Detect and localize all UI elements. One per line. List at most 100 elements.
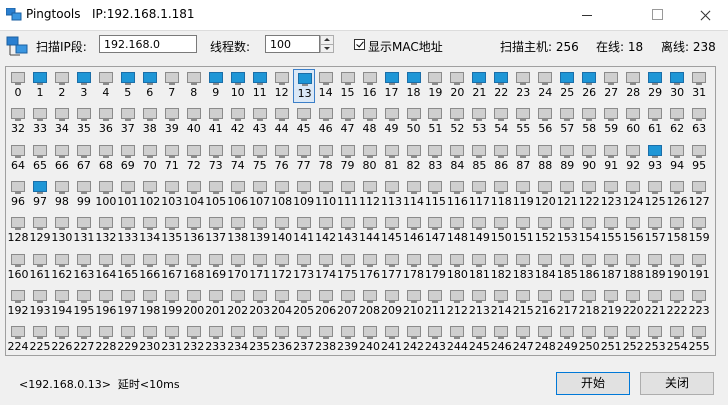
monitor-offline-icon xyxy=(560,108,575,120)
host-63[interactable]: 63 xyxy=(688,105,710,139)
monitor-offline-icon xyxy=(98,72,113,83)
monitor-stand xyxy=(256,155,263,158)
host-191[interactable]: 191 xyxy=(688,251,710,285)
monitor-stand xyxy=(630,264,637,267)
monitor-offline-icon xyxy=(604,289,619,301)
monitor-stand xyxy=(37,119,43,122)
host-223[interactable]: 223 xyxy=(688,287,710,321)
monitor-offline-icon xyxy=(11,289,25,301)
monitor-offline-icon xyxy=(582,253,597,265)
monitor-stand xyxy=(146,119,153,122)
monitor-offline-icon xyxy=(33,144,47,156)
host-95[interactable]: 95 xyxy=(688,142,710,176)
monitor-offline-icon xyxy=(340,180,355,192)
monitor-offline-icon xyxy=(692,72,707,83)
monitor-offline-icon xyxy=(626,326,641,338)
monitor-stand xyxy=(212,191,219,194)
monitor-stand xyxy=(80,119,87,122)
monitor-stand xyxy=(278,264,285,267)
monitor-offline-icon xyxy=(98,108,113,120)
monitor-stand xyxy=(476,83,483,85)
monitor-stand xyxy=(652,119,659,122)
monitor-stand xyxy=(542,228,549,231)
monitor-offline-icon xyxy=(230,289,245,301)
monitor-stand xyxy=(256,191,263,194)
monitor-offline-icon xyxy=(296,326,311,338)
threads-spinner[interactable] xyxy=(320,35,334,53)
monitor-offline-icon xyxy=(604,72,619,83)
monitor-offline-icon xyxy=(428,326,443,338)
monitor-stand xyxy=(696,191,703,194)
monitor-offline-icon xyxy=(274,144,289,156)
monitor-stand xyxy=(37,228,43,231)
spinner-down-icon[interactable] xyxy=(321,44,333,52)
monitor-offline-icon xyxy=(76,326,91,338)
scan-range-label: 扫描IP段: xyxy=(36,40,87,54)
monitor-offline-icon xyxy=(472,217,487,229)
monitor-offline-icon xyxy=(252,289,267,301)
monitor-offline-icon xyxy=(494,180,509,192)
host-31[interactable]: 31 xyxy=(688,69,710,103)
show-mac-label[interactable]: 显示MAC地址 xyxy=(368,38,443,55)
monitor-stand xyxy=(564,264,571,267)
monitor-offline-icon xyxy=(362,217,377,229)
monitor-stand xyxy=(102,155,109,158)
monitor-offline-icon xyxy=(230,180,245,192)
monitor-offline-icon xyxy=(428,144,443,156)
close-window-button[interactable] xyxy=(682,0,728,30)
monitor-offline-icon xyxy=(208,326,223,338)
host-159[interactable]: 159 xyxy=(688,214,710,248)
monitor-stand xyxy=(278,155,285,158)
start-button[interactable]: 开始 xyxy=(556,372,630,395)
close-button[interactable]: 关闭 xyxy=(640,372,714,395)
minimize-button[interactable] xyxy=(564,0,610,30)
monitor-stand xyxy=(234,83,241,85)
threads-input[interactable] xyxy=(265,35,320,53)
monitor-stand xyxy=(124,300,131,303)
monitor-stand xyxy=(234,155,241,158)
monitor-offline-icon xyxy=(208,289,223,301)
monitor-stand xyxy=(80,228,87,231)
monitor-stand xyxy=(652,83,659,85)
monitor-offline-icon xyxy=(648,326,663,338)
show-mac-checkbox[interactable] xyxy=(354,39,365,50)
monitor-stand xyxy=(366,155,373,158)
host-127[interactable]: 127 xyxy=(688,178,710,212)
monitor-stand xyxy=(37,300,43,303)
monitor-offline-icon xyxy=(164,253,179,265)
monitor-offline-icon xyxy=(604,326,619,338)
monitor-offline-icon xyxy=(318,72,333,83)
monitor-offline-icon xyxy=(33,108,47,120)
monitor-stand xyxy=(124,191,131,194)
monitor-offline-icon xyxy=(252,253,267,265)
monitor-stand xyxy=(608,191,615,194)
monitor-stand xyxy=(212,228,219,231)
monitor-stand xyxy=(388,155,395,158)
monitor-stand xyxy=(630,119,637,122)
monitor-offline-icon xyxy=(296,108,311,120)
monitor-offline-icon xyxy=(340,326,355,338)
network-app-icon xyxy=(6,8,22,21)
monitor-stand xyxy=(37,155,43,158)
monitor-stand xyxy=(388,300,395,303)
monitor-offline-icon xyxy=(208,253,223,265)
maximize-button[interactable] xyxy=(634,0,680,30)
monitor-stand xyxy=(498,228,505,231)
monitor-offline-icon xyxy=(362,326,377,338)
monitor-offline-icon xyxy=(186,289,201,301)
monitor-offline-icon xyxy=(604,180,619,192)
monitor-stand xyxy=(102,337,109,340)
monitor-offline-icon xyxy=(516,144,531,156)
scan-range-input[interactable] xyxy=(99,35,197,53)
title-bar: Pingtools IP:192.168.1.181 xyxy=(0,0,728,31)
host-255[interactable]: 255 xyxy=(688,323,710,357)
monitor-stand xyxy=(388,83,395,85)
monitor-stand xyxy=(190,83,197,85)
monitor-offline-icon xyxy=(54,326,69,338)
monitor-online-icon xyxy=(648,144,663,156)
monitor-offline-icon xyxy=(296,180,311,192)
monitor-stand xyxy=(15,83,21,85)
monitor-stand xyxy=(190,264,197,267)
monitor-stand xyxy=(630,337,637,340)
monitor-offline-icon xyxy=(164,217,179,229)
